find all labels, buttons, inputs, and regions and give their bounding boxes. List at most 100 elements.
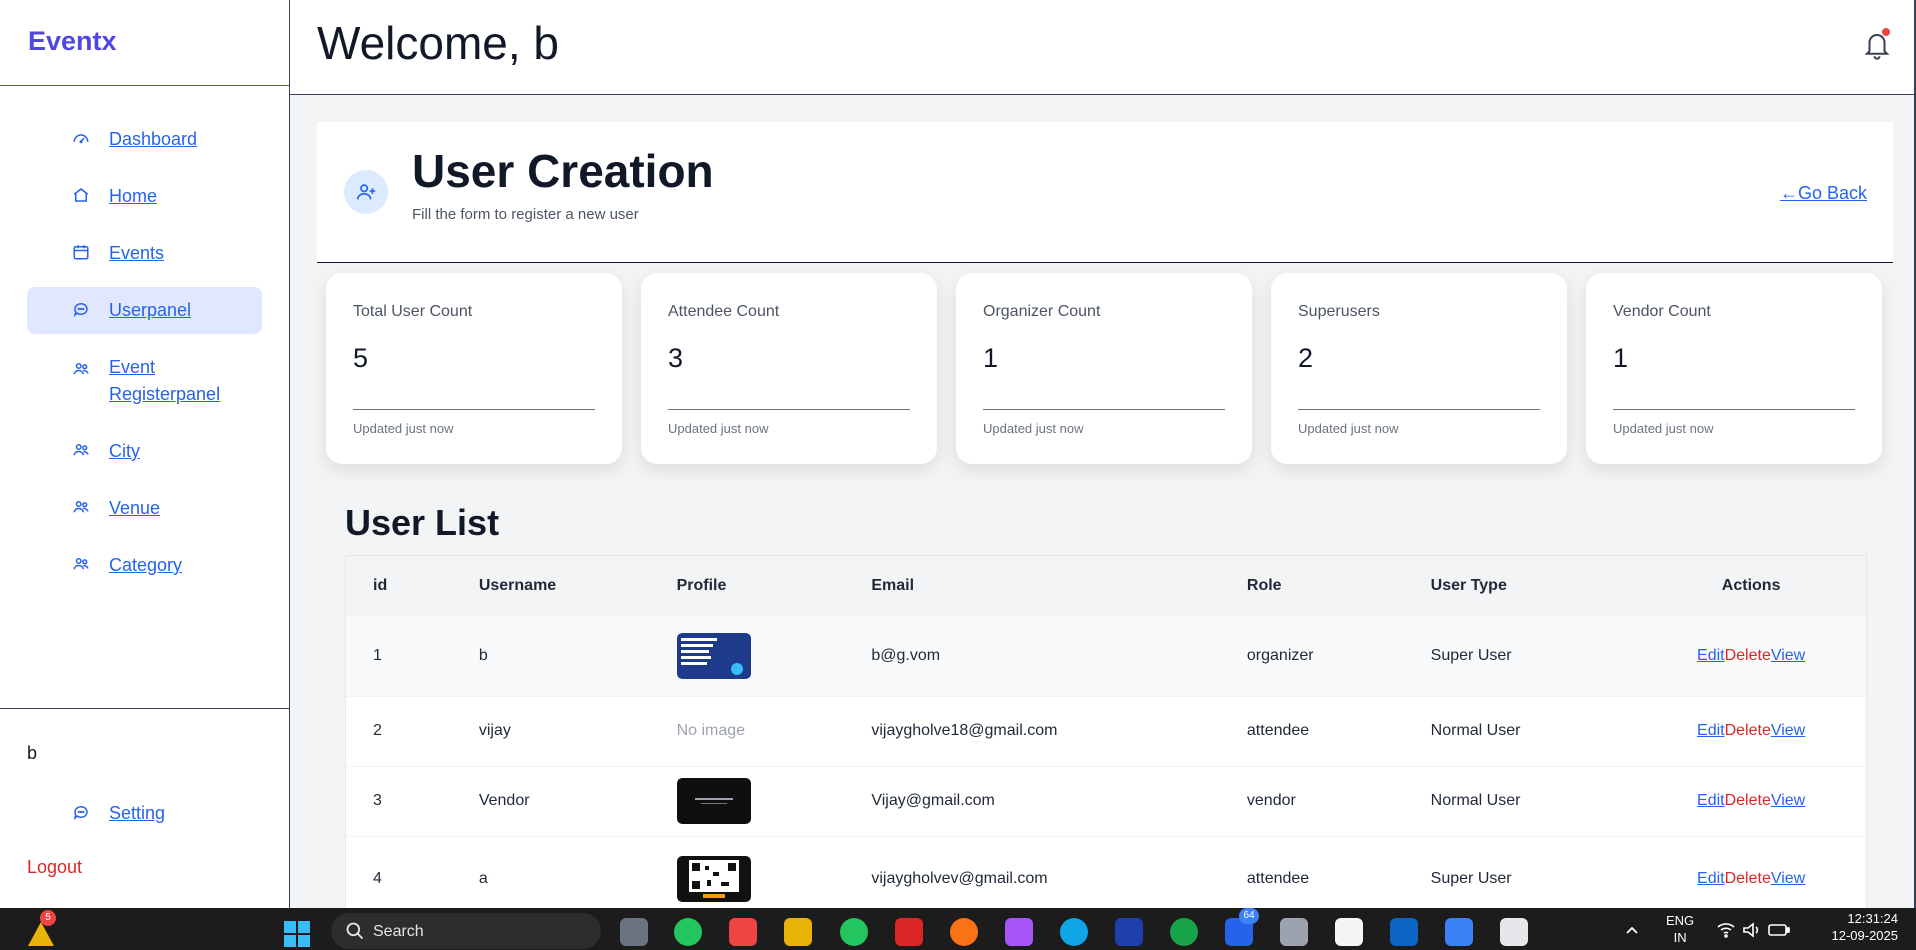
- file-explorer-icon[interactable]: [784, 918, 812, 946]
- sidebar-item-label[interactable]: Home: [109, 183, 239, 210]
- sidebar-item-label[interactable]: City: [109, 438, 239, 465]
- outlook-icon[interactable]: 64: [1225, 908, 1259, 946]
- cell-email: Vijay@gmail.com: [871, 792, 995, 809]
- notification-bell-icon[interactable]: [1862, 28, 1892, 62]
- sidebar-item-label[interactable]: Events: [109, 240, 239, 267]
- box-app-icon[interactable]: [1280, 918, 1308, 946]
- stat-divider: [983, 409, 1225, 410]
- cell-id: 2: [373, 722, 382, 739]
- search-placeholder: Search: [373, 923, 424, 940]
- firefox-icon[interactable]: [950, 918, 978, 946]
- chat-icon: [71, 299, 91, 319]
- sidebar-item-label[interactable]: Event Registerpanel: [109, 354, 239, 408]
- cell-role: attendee: [1246, 722, 1310, 739]
- weather-widget-icon[interactable]: 5: [26, 910, 56, 948]
- column-header-role[interactable]: Role: [1220, 556, 1404, 616]
- column-header-username[interactable]: Username: [452, 556, 650, 616]
- page-header-card: User Creation Fill the form to register …: [317, 122, 1893, 263]
- sidebar-item-label[interactable]: Venue: [109, 495, 239, 522]
- cell-username: vijay: [478, 722, 511, 739]
- sidebar-item-label[interactable]: Category: [109, 552, 239, 579]
- view-link[interactable]: View: [1771, 792, 1805, 809]
- users-icon: [71, 554, 91, 574]
- stat-card-superusers: Superusers 2 Updated just now: [1271, 273, 1567, 464]
- mysql-workbench-icon[interactable]: [1115, 918, 1143, 946]
- snipping-tool-icon[interactable]: [1500, 918, 1528, 946]
- view-link[interactable]: View: [1771, 647, 1805, 664]
- whatsapp-icon[interactable]: [674, 918, 702, 946]
- cell-user-type: Normal User: [1430, 722, 1521, 739]
- profile-image[interactable]: [676, 632, 751, 679]
- stat-value: 2: [1298, 343, 1314, 373]
- users-icon: [71, 497, 91, 517]
- wifi-icon[interactable]: [1716, 921, 1736, 944]
- notion-icon[interactable]: [1335, 918, 1363, 946]
- stat-label: Attendee Count: [668, 303, 780, 320]
- sidebar-item-category[interactable]: Category: [27, 542, 262, 589]
- edge-icon[interactable]: [1060, 918, 1088, 946]
- column-header-profile[interactable]: Profile: [650, 556, 845, 616]
- taskbar-search[interactable]: Search: [331, 913, 601, 949]
- cell-id: 3: [373, 792, 382, 809]
- edit-link[interactable]: Edit: [1697, 647, 1725, 664]
- chrome-icon[interactable]: [840, 918, 868, 946]
- stat-divider: [1298, 409, 1540, 410]
- view-link[interactable]: View: [1771, 722, 1805, 739]
- stat-value: 1: [1613, 343, 1629, 373]
- profile-image[interactable]: [676, 856, 751, 902]
- delete-link[interactable]: Delete: [1725, 792, 1771, 809]
- wps-office-icon[interactable]: [895, 918, 923, 946]
- sidebar-item-label[interactable]: Setting: [109, 800, 239, 827]
- stat-divider: [1613, 409, 1855, 410]
- chrome-profile-icon[interactable]: [1170, 918, 1198, 946]
- home-icon: [71, 185, 91, 205]
- go-back-link[interactable]: ←Go Back: [1780, 183, 1867, 204]
- delete-link[interactable]: Delete: [1725, 722, 1771, 739]
- sidebar-item-venue[interactable]: Venue: [27, 485, 262, 532]
- edit-link[interactable]: Edit: [1697, 722, 1725, 739]
- cell-user-type: Super User: [1430, 870, 1512, 887]
- stat-label: Superusers: [1298, 303, 1380, 320]
- column-header-user-type[interactable]: User Type: [1404, 556, 1637, 616]
- linkedin-icon[interactable]: [1390, 918, 1418, 946]
- sidebar-item-userpanel[interactable]: Userpanel: [27, 287, 262, 334]
- edit-link[interactable]: Edit: [1697, 792, 1725, 809]
- sidebar-item-event-registerpanel[interactable]: Event Registerpanel: [27, 344, 262, 418]
- column-header-email[interactable]: Email: [844, 556, 1220, 616]
- sidebar-item-setting[interactable]: Setting: [27, 790, 263, 837]
- clock[interactable]: 12:31:24 12-09-2025: [1832, 910, 1899, 944]
- sidebar-item-label[interactable]: Userpanel: [109, 297, 239, 324]
- profile-image[interactable]: [676, 778, 751, 824]
- region-code: IN: [1673, 930, 1687, 945]
- sidebar-item-label[interactable]: Dashboard: [109, 126, 239, 153]
- chevron-up-icon[interactable]: [1624, 922, 1640, 943]
- user-list-title: User List: [345, 502, 500, 543]
- view-link[interactable]: View: [1771, 870, 1805, 887]
- sidebar-item-dashboard[interactable]: Dashboard: [27, 116, 262, 163]
- sidebar-item-home[interactable]: Home: [27, 173, 262, 220]
- cell-actions: EditDeleteView: [1636, 616, 1866, 696]
- sidebar-item-city[interactable]: City: [27, 428, 262, 475]
- logout-button[interactable]: Logout: [27, 857, 82, 878]
- task-view-icon[interactable]: [620, 918, 648, 946]
- dashboard-icon: [71, 128, 91, 148]
- stat-label: Vendor Count: [1613, 303, 1711, 320]
- edit-link[interactable]: Edit: [1697, 870, 1725, 887]
- notification-dot: [1882, 28, 1890, 36]
- cell-actions: EditDeleteView: [1636, 766, 1866, 836]
- volume-icon[interactable]: [1742, 921, 1762, 944]
- brand-logo[interactable]: Eventx: [0, 0, 289, 86]
- youtube-icon[interactable]: [729, 918, 757, 946]
- start-menu-icon[interactable]: [283, 920, 311, 948]
- delete-link[interactable]: Delete: [1725, 647, 1771, 664]
- vscode-icon[interactable]: [1445, 918, 1473, 946]
- search-icon: [345, 921, 365, 946]
- language-indicator[interactable]: ENG IN: [1666, 912, 1694, 946]
- sidebar-item-events[interactable]: Events: [27, 230, 262, 277]
- column-header-id[interactable]: id: [346, 556, 452, 616]
- user-table-container[interactable]: id Username Profile Email Role User Type…: [345, 555, 1867, 908]
- page-title: User Creation: [412, 145, 714, 197]
- copilot-icon[interactable]: [1005, 918, 1033, 946]
- delete-link[interactable]: Delete: [1725, 870, 1771, 887]
- battery-icon[interactable]: [1768, 922, 1790, 943]
